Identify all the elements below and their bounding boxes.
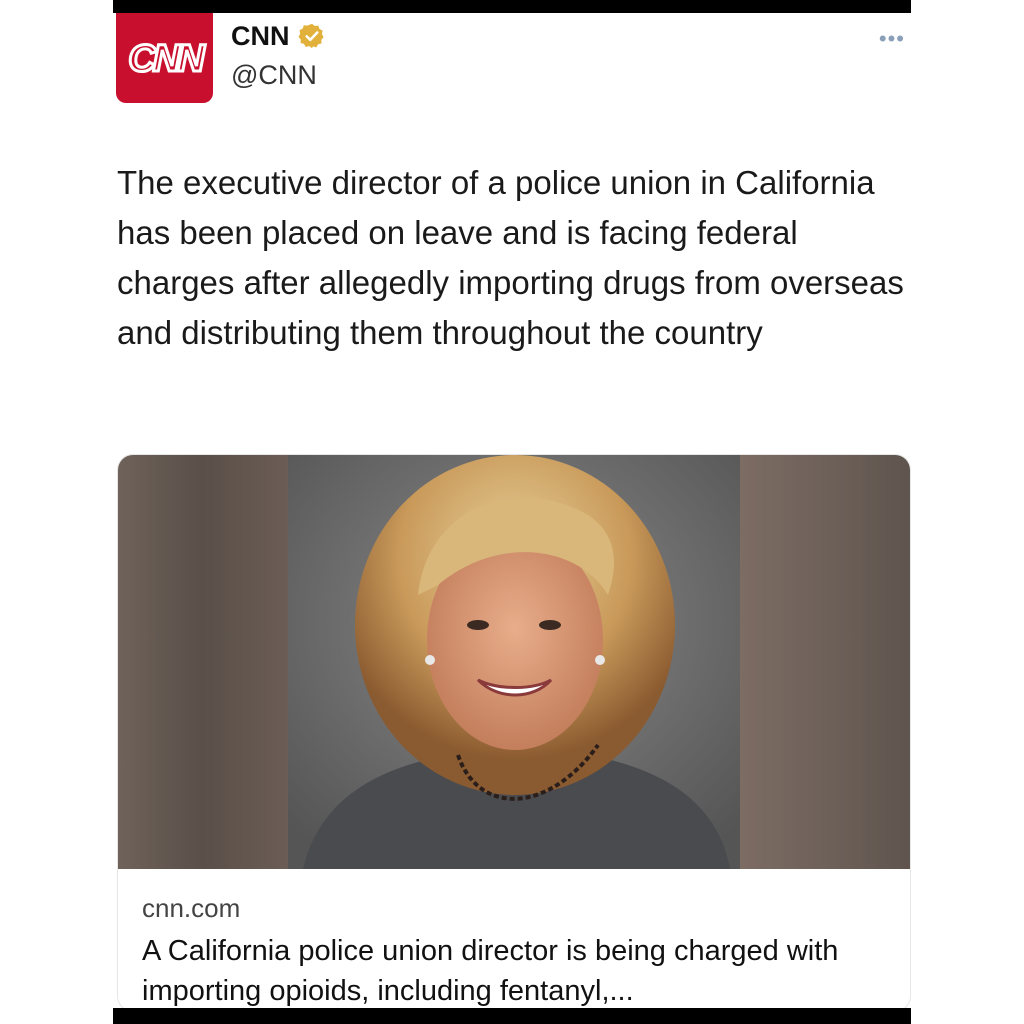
more-options-icon[interactable]: ••• — [879, 26, 905, 52]
logo-text: CNN — [128, 38, 206, 80]
tweet-text: The executive director of a police union… — [117, 164, 904, 351]
link-card[interactable]: cnn.com A California police union direct… — [117, 454, 911, 1012]
tweet-screenshot: CNN CNN @CNN ••• The executive director … — [113, 0, 911, 1024]
card-domain[interactable]: cnn.com — [142, 893, 240, 924]
article-image[interactable] — [118, 455, 910, 869]
bottom-black-bar — [113, 1008, 911, 1024]
avatar[interactable]: CNN — [116, 13, 213, 103]
author-handle[interactable]: @CNN — [231, 60, 317, 91]
display-name[interactable]: CNN — [231, 21, 290, 52]
top-black-bar — [113, 0, 911, 13]
verified-badge-icon — [297, 23, 324, 49]
cnn-logo-icon: CNN — [126, 37, 209, 82]
author-name-row: CNN — [231, 16, 326, 56]
card-title[interactable]: A California police union director is be… — [142, 931, 902, 1011]
